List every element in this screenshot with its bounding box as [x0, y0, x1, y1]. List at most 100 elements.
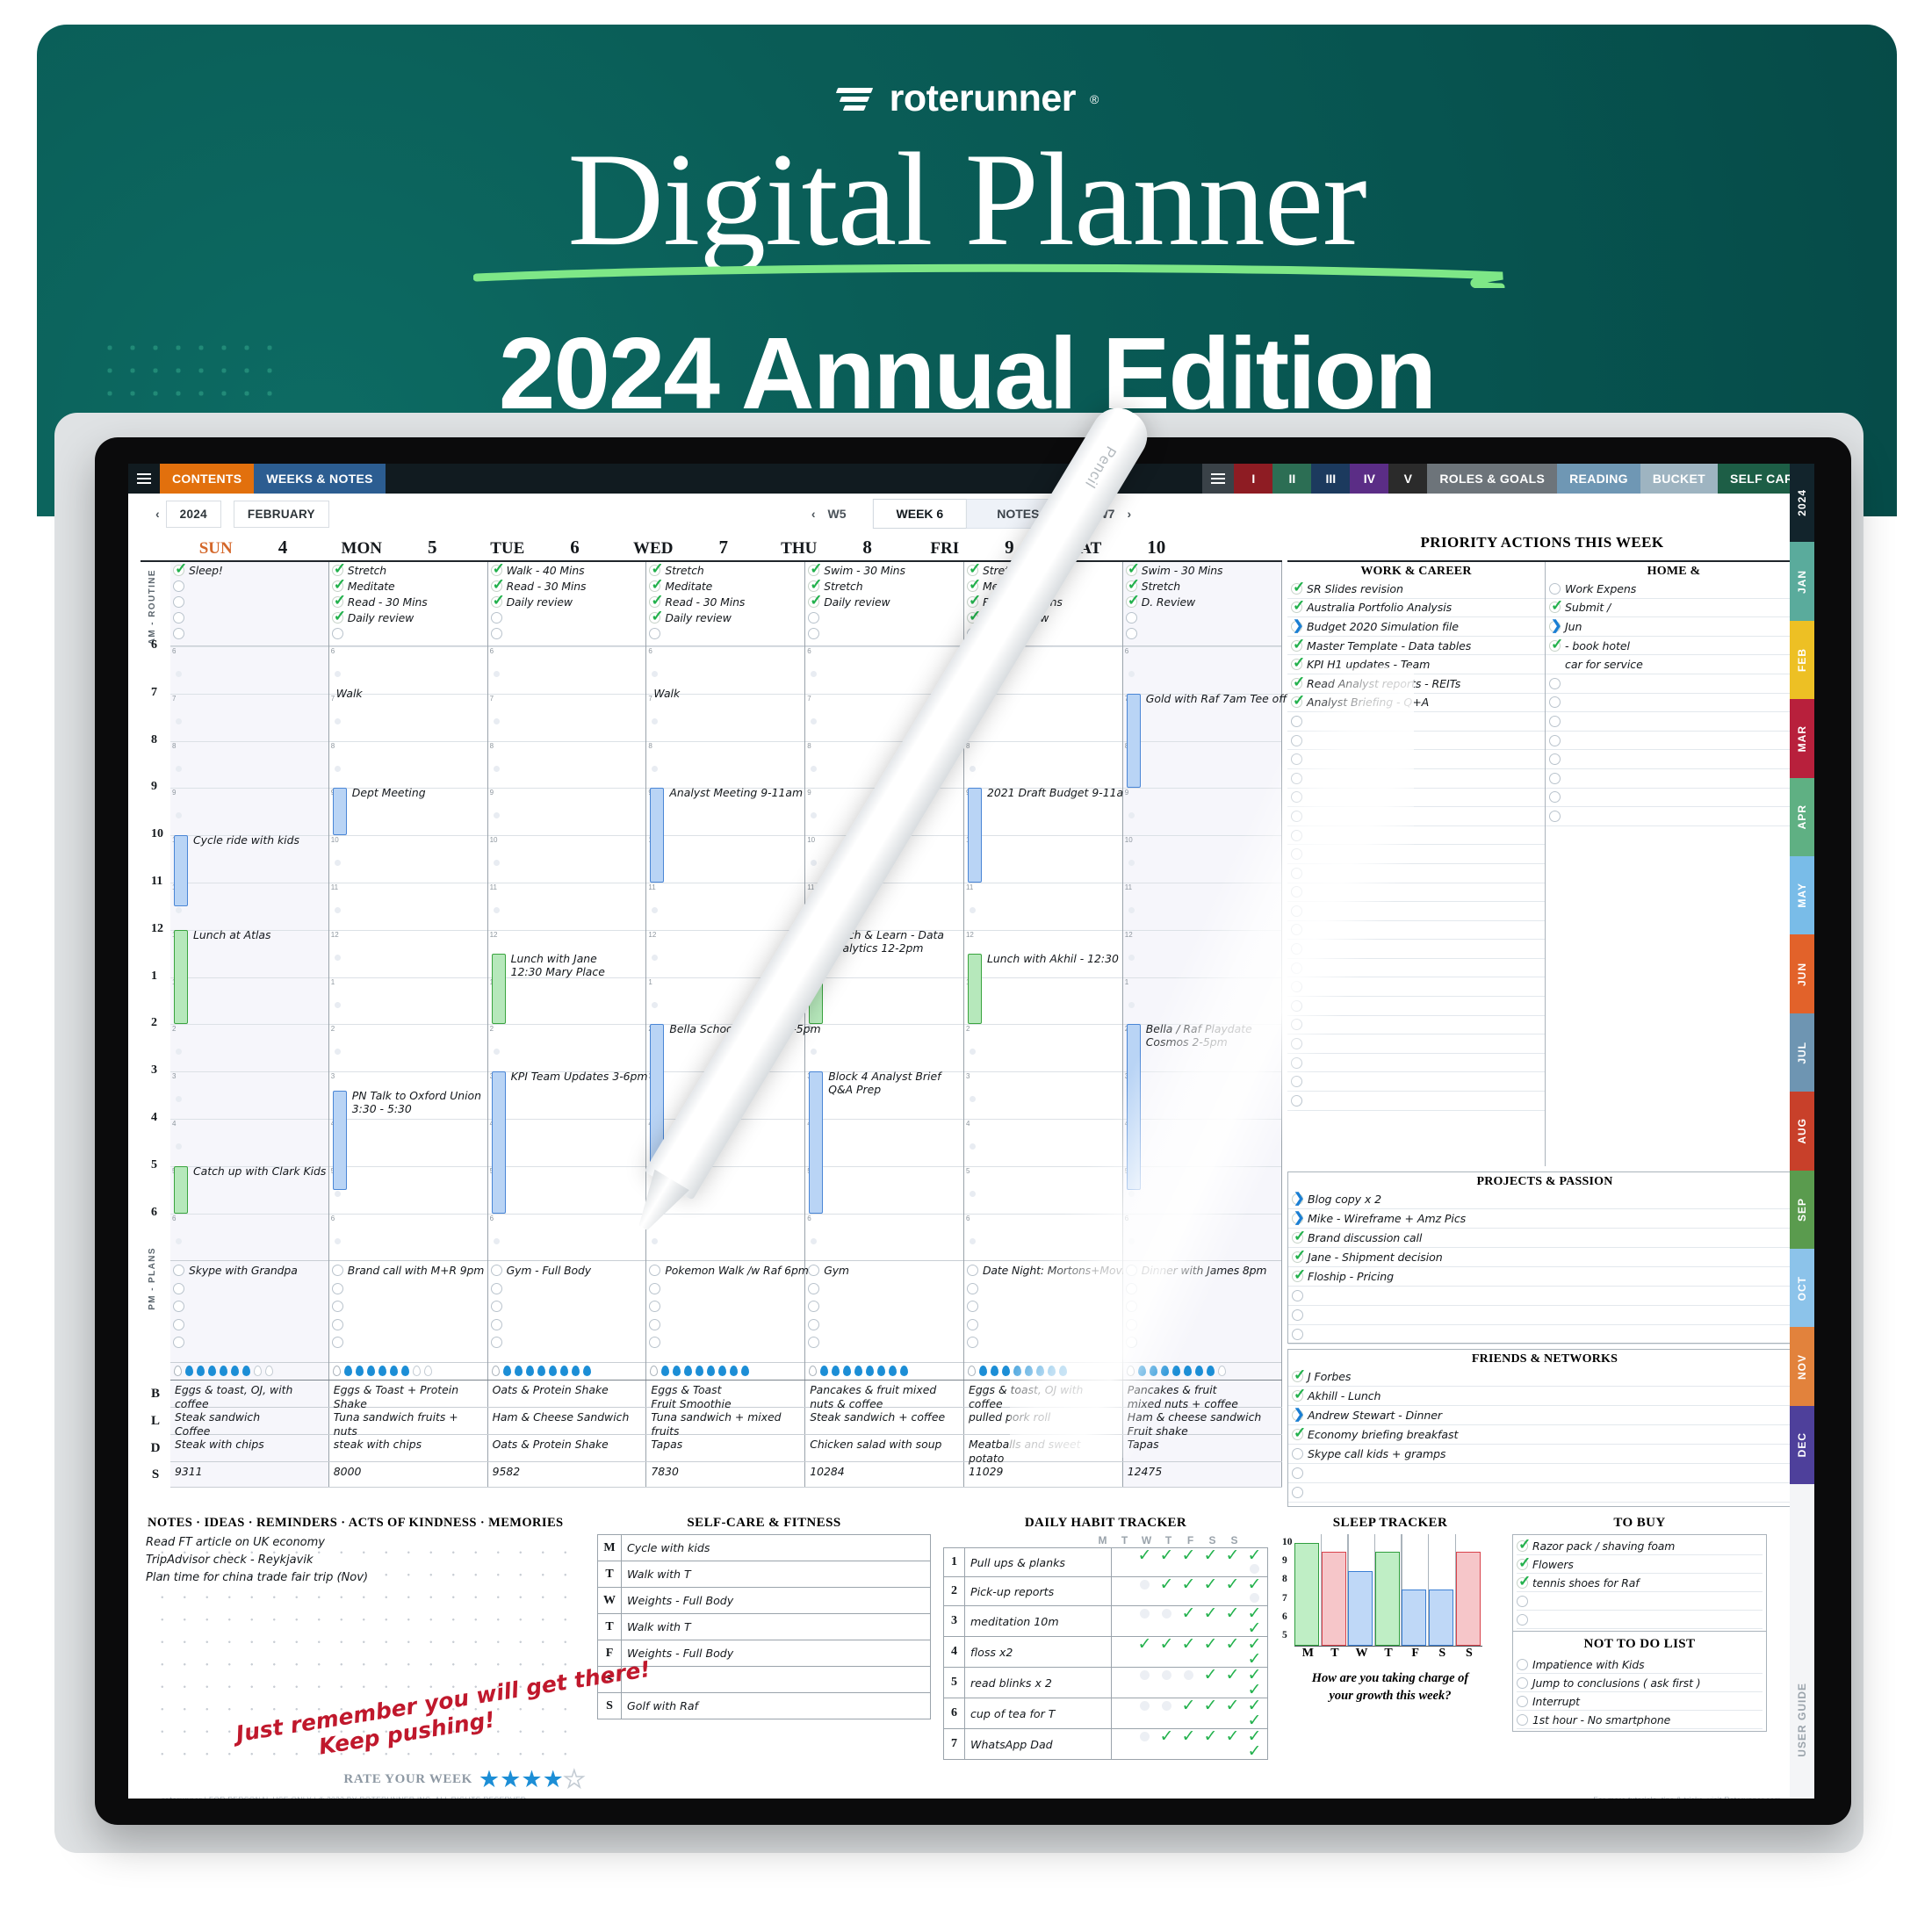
tab-section-ii[interactable]: II — [1272, 464, 1312, 494]
water-drop[interactable] — [263, 1365, 275, 1378]
self-care-activity[interactable] — [621, 1666, 931, 1693]
friends-item[interactable]: ✓ Economy briefing breakfast — [1288, 1425, 1801, 1445]
checkbox-empty[interactable] — [331, 1265, 343, 1277]
checkbox-checked[interactable]: ✓ — [1517, 1574, 1531, 1589]
water-drop[interactable] — [400, 1365, 411, 1378]
habit-empty-dot[interactable] — [1178, 1669, 1200, 1683]
not-to-do-item[interactable]: Jump to conclusions ( ask first ) — [1517, 1674, 1763, 1692]
habit-checks[interactable]: ✓✓✓✓✓✓ — [1111, 1728, 1268, 1760]
habit-row[interactable]: 5 read blinks x 2 ✓ ✓ ✓✓ — [943, 1667, 1268, 1698]
routine-item[interactable]: ✓ Stretch — [329, 561, 487, 578]
home-item[interactable]: ❯ Jun — [1546, 617, 1802, 637]
hamburger-icon[interactable] — [128, 464, 160, 494]
checkbox-empty[interactable] — [1291, 962, 1302, 974]
checkbox-forwarded[interactable]: ❯ — [1292, 1192, 1305, 1205]
checkbox-empty[interactable] — [1125, 612, 1137, 624]
checkbox-checked[interactable]: ✓ — [1292, 1248, 1306, 1263]
pm-plan-item[interactable]: Date Night: Mortons+Movie — [964, 1261, 1132, 1280]
checkbox-empty[interactable] — [1549, 772, 1561, 784]
checkbox-empty[interactable] — [331, 628, 343, 640]
pm-plan-item[interactable] — [805, 1297, 963, 1316]
month-tab-jan[interactable]: JAN — [1790, 542, 1814, 621]
checkbox-checked[interactable]: ✓ — [649, 593, 664, 608]
checkbox-empty[interactable] — [173, 628, 184, 640]
checkbox-empty[interactable] — [966, 1337, 978, 1349]
checkbox-checked[interactable]: ✓ — [173, 561, 187, 576]
checkbox-empty[interactable] — [1291, 1076, 1302, 1088]
work-career-item[interactable] — [1287, 1034, 1545, 1054]
pm-plan-item[interactable] — [329, 1333, 487, 1352]
habit-check-icon[interactable]: ✓ — [1244, 1576, 1265, 1593]
checkbox-empty[interactable] — [1125, 1301, 1137, 1313]
meal-cell[interactable]: Steak sandwich Coffee — [170, 1408, 329, 1438]
star-icon[interactable]: ★ — [500, 1766, 521, 1792]
habit-row[interactable]: 2 Pick-up reports ✓ ✓ ✓ ✓ ✓ — [943, 1576, 1268, 1606]
meal-cell[interactable]: Pancakes & fruit mixed nuts & coffee — [805, 1381, 964, 1410]
tab-section-iv[interactable]: IV — [1350, 464, 1389, 494]
checkbox-empty[interactable] — [173, 1337, 184, 1349]
checkbox-empty[interactable] — [1517, 1595, 1528, 1607]
pm-plan-item[interactable] — [170, 1316, 328, 1334]
pm-plan-item[interactable] — [329, 1280, 487, 1298]
checkbox-checked[interactable]: ✓ — [808, 593, 822, 608]
checkbox-checked[interactable]: ✓ — [1292, 1387, 1306, 1402]
habit-check-icon[interactable]: ✓ — [1156, 1576, 1178, 1593]
habit-row[interactable]: 1 Pull ups & planks ✓ ✓ ✓ ✓ ✓ ✓ — [943, 1547, 1268, 1577]
habit-empty-dot[interactable] — [1156, 1700, 1178, 1713]
habit-check-icon[interactable]: ✓ — [1222, 1698, 1244, 1714]
work-career-item[interactable]: ✓ Read Analyst reports - REITs — [1287, 674, 1545, 694]
habit-check-icon[interactable]: ✓ — [1244, 1743, 1265, 1760]
checkbox-empty[interactable] — [808, 628, 820, 640]
checkbox-checked[interactable]: ✓ — [1517, 1537, 1531, 1552]
checkbox-empty[interactable] — [173, 595, 184, 608]
checkbox-checked[interactable]: ✓ — [1292, 1267, 1306, 1282]
water-drop[interactable] — [1012, 1365, 1023, 1378]
checkbox-empty[interactable] — [173, 612, 184, 624]
projects-item[interactable] — [1288, 1325, 1801, 1344]
month-tab-feb[interactable]: FEB — [1790, 620, 1814, 700]
work-career-item[interactable] — [1287, 1016, 1545, 1035]
habit-check-icon[interactable]: ✓ — [1200, 1636, 1222, 1653]
calendar-event[interactable]: Dept Meeting — [332, 786, 486, 836]
tab-bucket[interactable]: BUCKET — [1640, 464, 1718, 494]
not-to-do-item[interactable]: Interrupt — [1517, 1692, 1763, 1711]
water-drop[interactable] — [184, 1365, 195, 1378]
calendar-event[interactable]: Catch up with Clark Kids — [174, 1164, 327, 1214]
checkbox-empty[interactable] — [490, 612, 502, 624]
routine-item[interactable]: ✓ Stretch — [646, 561, 804, 578]
checkbox-empty[interactable] — [649, 1265, 661, 1277]
friends-item[interactable]: ✓ Akhill - Lunch — [1288, 1387, 1801, 1406]
water-drop[interactable] — [818, 1365, 830, 1378]
habit-check-icon[interactable]: ✓ — [1200, 1667, 1222, 1683]
checkbox-empty[interactable] — [490, 1282, 502, 1294]
checkbox-empty[interactable] — [1549, 753, 1561, 766]
month-tab-2024[interactable]: 2024 — [1790, 464, 1814, 543]
month-tab-user-guide[interactable]: USER GUIDE — [1790, 1641, 1814, 1799]
water-drop[interactable] — [252, 1365, 263, 1378]
checkbox-empty[interactable] — [490, 628, 502, 640]
month-tab-mar[interactable]: MAR — [1790, 699, 1814, 778]
home-item[interactable] — [1546, 694, 1802, 713]
friends-item[interactable] — [1288, 1464, 1801, 1483]
work-career-item[interactable]: ❯ Budget 2020 Simulation file — [1287, 617, 1545, 637]
checkbox-empty[interactable] — [808, 1318, 820, 1330]
habit-empty-dot[interactable] — [1134, 1608, 1156, 1621]
water-drop[interactable] — [830, 1365, 841, 1378]
self-care-row[interactable]: W Weights - Full Body — [597, 1587, 931, 1614]
habit-check-icon[interactable]: ✓ — [1134, 1636, 1156, 1653]
work-career-item[interactable]: ✓ Master Template - Data tables — [1287, 637, 1545, 656]
self-care-activity[interactable]: Walk with T — [621, 1561, 931, 1588]
calendar-event[interactable]: Walk — [333, 687, 486, 712]
projects-item[interactable]: ❯ Blog copy x 2 — [1288, 1190, 1801, 1209]
checkbox-empty[interactable] — [331, 1318, 343, 1330]
to-buy-item[interactable]: ✓ tennis shoes for Raf — [1517, 1574, 1763, 1592]
water-drop[interactable] — [660, 1365, 671, 1378]
calendar-event[interactable]: Lunch at Atlas — [174, 928, 327, 1025]
work-career-item[interactable] — [1287, 940, 1545, 959]
checkbox-empty[interactable] — [649, 1337, 661, 1349]
checkbox-checked[interactable]: ✓ — [331, 561, 346, 576]
routine-item[interactable] — [488, 610, 646, 626]
water-drop[interactable] — [876, 1365, 887, 1378]
water-drop[interactable] — [989, 1365, 1000, 1378]
checkbox-empty[interactable] — [1291, 999, 1302, 1012]
